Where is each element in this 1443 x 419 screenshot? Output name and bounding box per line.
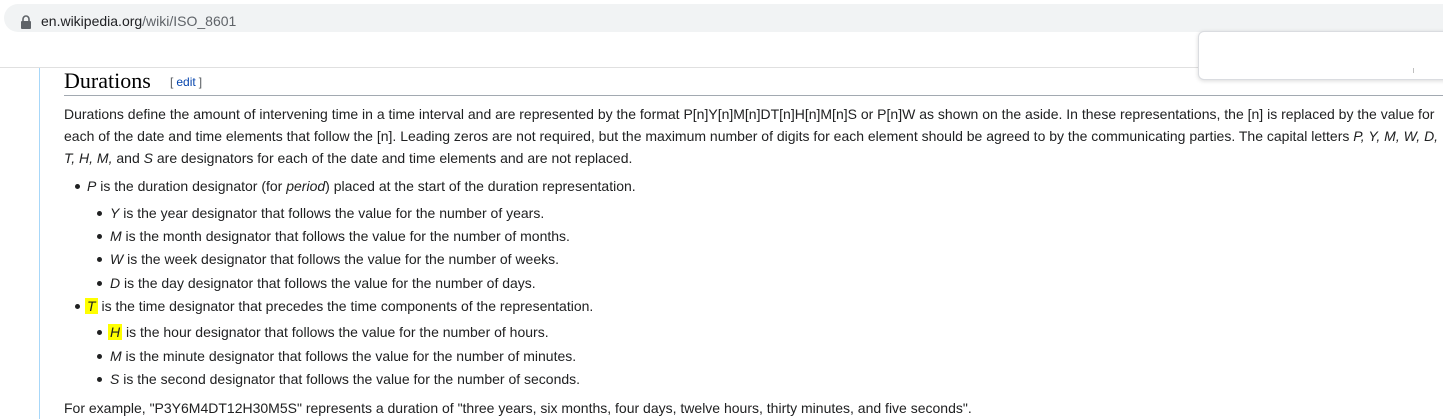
list-item-s-text: is the second designator that follows th… xyxy=(119,371,581,387)
list-item-p-text-a: is the duration designator (for xyxy=(96,178,287,194)
list-item-min-text: is the minute designator that follows th… xyxy=(121,348,577,364)
bullet-icon xyxy=(97,234,102,239)
list-item-d: D is the day designator that follows the… xyxy=(110,273,536,293)
list-item-min: M is the minute designator that follows … xyxy=(110,346,576,366)
intro-line-1: Durations define the amount of interveni… xyxy=(64,106,1435,122)
designator-s: S xyxy=(110,371,120,387)
intro-line-3: T, H, M, and S are designators for each … xyxy=(64,147,1438,169)
list-item-h: H is the hour designator that follows th… xyxy=(108,322,549,342)
url-domain: en.wikipedia.org xyxy=(41,13,143,29)
intro-line-2-text: each of the date and time elements that … xyxy=(64,128,1354,144)
designator-w: W xyxy=(110,251,124,267)
bullet-icon xyxy=(97,377,102,382)
list-item-d-text: is the day designator that follows the v… xyxy=(120,275,536,291)
bullet-icon xyxy=(97,330,102,335)
edit-bracket-close: ] xyxy=(198,75,203,89)
list-item-y-text: is the year designator that follows the … xyxy=(119,205,545,221)
list-item-p-text-b: ) placed at the start of the duration re… xyxy=(325,178,636,194)
designator-p: P xyxy=(87,178,97,194)
section-title: Durations xyxy=(64,68,151,93)
url-path: /wiki/ISO_8601 xyxy=(142,13,237,29)
designator-t-highlighted: T xyxy=(85,298,98,314)
list-item-s: S is the second designator that follows … xyxy=(110,369,580,389)
designator-letter-s: S xyxy=(143,150,153,166)
edit-bracket-open: [ xyxy=(170,75,174,89)
list-item-m-text: is the month designator that follows the… xyxy=(121,228,570,244)
bullet-icon xyxy=(97,354,102,359)
dropdown-popup xyxy=(1198,31,1443,80)
designator-h-highlighted: H xyxy=(108,324,123,340)
designator-m: M xyxy=(110,228,122,244)
designator-y: Y xyxy=(110,205,120,221)
list-item-y: Y is the year designator that follows th… xyxy=(110,203,544,223)
bullet-icon xyxy=(97,211,102,216)
edit-section: [edit] xyxy=(170,75,202,89)
list-item-m: M is the month designator that follows t… xyxy=(110,226,570,246)
url-text[interactable]: en.wikipedia.org/wiki/ISO_8601 xyxy=(41,13,236,29)
period-word: period xyxy=(286,178,326,194)
intro-line-3-text: are designators for each of the date and… xyxy=(152,150,633,166)
bullet-icon xyxy=(75,184,80,189)
intro-paragraph: Durations define the amount of interveni… xyxy=(64,103,1438,169)
intro-and: and xyxy=(112,150,144,166)
designator-letters-2: T, H, M, xyxy=(64,150,113,166)
list-item-p: P is the duration designator (for period… xyxy=(87,176,636,196)
designator-d: D xyxy=(110,275,121,291)
list-item-t-text: is the time designator that precedes the… xyxy=(97,298,594,314)
example-paragraph: For example, "P3Y6M4DT12H30M5S" represen… xyxy=(64,400,972,416)
bullet-icon xyxy=(97,257,102,262)
designator-min: M xyxy=(110,348,122,364)
list-item-t: T is the time designator that precedes t… xyxy=(85,296,593,316)
address-bar[interactable]: en.wikipedia.org/wiki/ISO_8601 xyxy=(4,4,1443,32)
content-border xyxy=(39,68,40,419)
list-item-w-text: is the week designator that follows the … xyxy=(123,251,560,267)
edit-link[interactable]: edit xyxy=(176,75,195,89)
intro-line-2: each of the date and time elements that … xyxy=(64,125,1438,147)
list-item-h-text: is the hour designator that follows the … xyxy=(122,324,549,340)
bullet-icon xyxy=(75,304,80,309)
list-item-w: W is the week designator that follows th… xyxy=(110,249,559,269)
bullet-icon xyxy=(97,281,102,286)
lock-icon[interactable] xyxy=(20,15,32,29)
popup-divider xyxy=(1413,68,1414,73)
designator-letters-1: P, Y, M, W, D, xyxy=(1353,128,1439,144)
